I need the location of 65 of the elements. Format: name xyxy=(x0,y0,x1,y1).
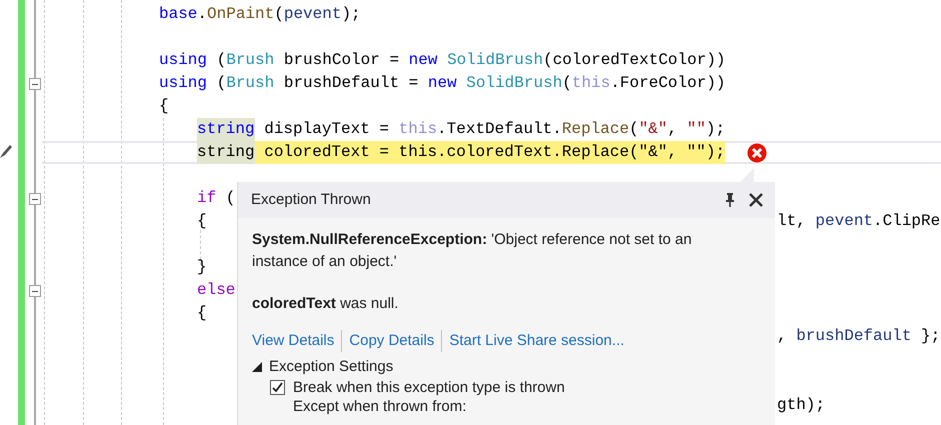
code-token: this xyxy=(572,73,610,94)
pin-icon[interactable] xyxy=(725,193,735,207)
code-token: ); xyxy=(706,119,726,140)
code-token: pevent xyxy=(284,4,342,25)
code-token: lt, xyxy=(777,211,807,232)
code-token: string xyxy=(197,141,255,164)
code-token: brushDefault xyxy=(796,326,912,347)
exception-message: System.NullReferenceException: 'Object reference not set to an instance of an object.' xyxy=(252,230,693,272)
code-token: ( xyxy=(274,4,284,25)
code-token: Replace xyxy=(562,119,630,140)
code-token: Brush xyxy=(226,50,274,71)
code-token: "" xyxy=(686,119,706,140)
code-token: .ForeColor)) xyxy=(610,73,726,94)
collapse-toggle[interactable] xyxy=(29,285,41,297)
action-link[interactable]: View Details xyxy=(252,330,334,352)
code-token: ( xyxy=(629,119,639,140)
code-token: , xyxy=(668,119,678,140)
code-token: } xyxy=(197,257,207,278)
checkbox-label: Break when this exception type is thrown xyxy=(293,378,565,398)
code-token: else xyxy=(197,280,236,301)
code-token: gth); xyxy=(777,395,826,416)
code-token: { xyxy=(197,303,207,324)
code-token: { xyxy=(159,96,169,117)
collapse-toggle[interactable] xyxy=(29,193,41,205)
code-token: using xyxy=(159,50,208,71)
pencil-icon xyxy=(0,144,12,158)
code-token: Brush xyxy=(226,73,274,94)
code-token: coloredText = this.coloredText.Replace("&", ""); xyxy=(254,141,726,164)
code-token: }; xyxy=(920,326,940,347)
code-token: ); xyxy=(341,4,361,25)
code-token: ( xyxy=(216,73,226,94)
code-token: ( xyxy=(562,73,572,94)
code-token: { xyxy=(197,211,207,232)
close-icon[interactable] xyxy=(749,193,763,207)
code-token: brushColor = xyxy=(282,50,400,71)
collapse-toggle[interactable] xyxy=(29,78,41,90)
error-icon xyxy=(747,142,768,162)
code-token: base xyxy=(159,4,198,25)
code-token: displayText = xyxy=(263,119,390,140)
code-token: SolidBrush xyxy=(465,73,562,94)
code-token: SolidBrush xyxy=(446,50,544,71)
code-token: "&" xyxy=(638,119,668,140)
code-token: , xyxy=(777,326,788,347)
checkbox[interactable] xyxy=(270,380,285,395)
code-token: brushDefault = xyxy=(282,73,420,94)
code-token: .ClipRe xyxy=(873,211,940,232)
popup-title: Exception Thrown xyxy=(251,190,372,210)
action-link[interactable]: Copy Details xyxy=(349,330,434,352)
code-token: .TextDefault. xyxy=(437,119,562,140)
code-token: ( xyxy=(224,188,236,209)
action-link[interactable]: Start Live Share session... xyxy=(449,330,624,352)
code-token: pevent xyxy=(815,211,874,232)
code-token: (coloredTextColor)) xyxy=(543,50,726,71)
code-token: ( xyxy=(216,50,226,71)
exception-detail: coloredText was null. xyxy=(252,294,400,314)
exception-note: Except when thrown from: xyxy=(292,398,468,416)
code-token: . xyxy=(197,4,208,25)
code-token: if xyxy=(197,188,216,209)
settings-expander[interactable]: Exception Settings xyxy=(252,357,755,377)
code-token: OnPaint xyxy=(207,4,274,25)
code-token: using xyxy=(159,73,208,94)
code-token: string xyxy=(197,118,255,141)
code-token: new xyxy=(408,50,438,71)
code-token: new xyxy=(428,73,457,94)
code-token: this xyxy=(398,119,438,140)
